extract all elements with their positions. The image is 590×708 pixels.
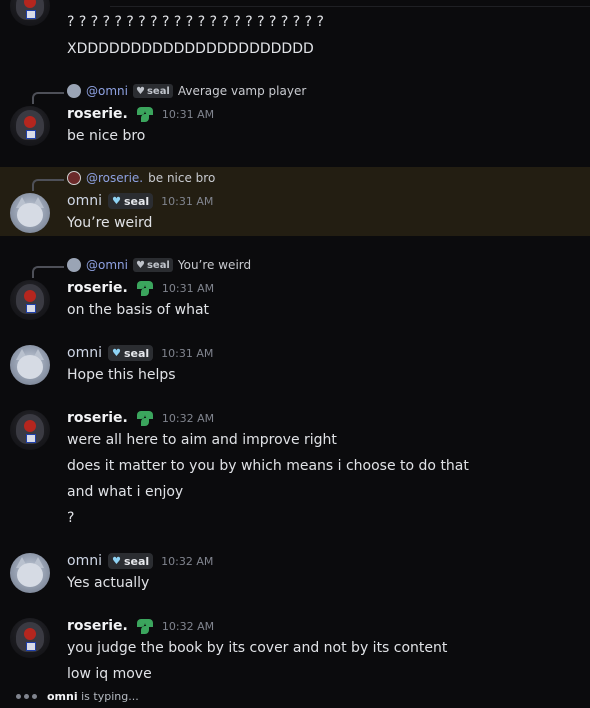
timestamp: 10:32 AM	[161, 411, 215, 425]
leaf-icon	[136, 106, 154, 122]
reply-preview[interactable]: @omni ♥ seal Average vamp player	[67, 82, 306, 100]
reply-preview[interactable]: @omni ♥ seal You’re weird	[67, 256, 251, 274]
reply-mention: @roserie.	[86, 171, 144, 185]
message-line: ? ? ? ? ? ? ? ? ? ? ? ? ? ? ? ? ? ? ? ? …	[67, 14, 324, 30]
divider	[110, 6, 590, 7]
message-line: low iq move	[67, 666, 152, 682]
message-line: does it matter to you by which means i c…	[67, 458, 469, 474]
username[interactable]: roserie.	[67, 280, 128, 296]
message-header: omni ♥ seal 10:31 AM	[67, 191, 213, 211]
message-header: roserie. 10:32 AM	[67, 408, 214, 428]
username[interactable]: roserie.	[67, 410, 128, 426]
chat-log: ? ? ? ? ? ? ? ? ? ? ? ? ? ? ? ? ? ? ? ? …	[0, 0, 590, 708]
leaf-icon	[136, 410, 154, 426]
typing-suffix: is typing...	[81, 690, 139, 703]
seal-tag: ♥ seal	[107, 553, 154, 569]
timestamp: 10:31 AM	[161, 107, 215, 121]
username[interactable]: omni	[67, 193, 102, 209]
message-header: roserie. 10:31 AM	[67, 104, 214, 124]
reply-preview[interactable]: @roserie. be nice bro	[67, 169, 215, 187]
typing-indicator: omni is typing...	[16, 690, 139, 703]
username[interactable]: omni	[67, 553, 102, 569]
avatar-omni[interactable]	[10, 553, 50, 593]
reply-spine	[32, 92, 64, 104]
avatar-roserie[interactable]	[10, 618, 50, 658]
message-line: Hope this helps	[67, 367, 176, 383]
message-line: be nice bro	[67, 128, 146, 144]
avatar-omni[interactable]	[10, 345, 50, 385]
username[interactable]: omni	[67, 345, 102, 361]
message-header: omni ♥ seal 10:31 AM	[67, 343, 213, 363]
heart-icon: ♥	[111, 195, 121, 207]
avatar-mini-omni	[67, 258, 81, 272]
heart-icon: ♥	[111, 347, 121, 359]
reply-text: be nice bro	[148, 171, 216, 185]
message-line: XDDDDDDDDDDDDDDDDDDDDDD	[67, 41, 314, 57]
heart-icon: ♥	[135, 259, 145, 271]
reply-mention: @omni	[86, 84, 128, 98]
message-line: ?	[67, 510, 75, 526]
reply-text: Average vamp player	[177, 84, 307, 98]
seal-tag: ♥ seal	[132, 84, 173, 98]
avatar-roserie[interactable]	[10, 106, 50, 146]
heart-icon: ♥	[111, 555, 121, 567]
typing-text: omni is typing...	[47, 690, 139, 703]
message-line: on the basis of what	[67, 302, 210, 318]
timestamp: 10:32 AM	[161, 554, 214, 568]
seal-tag: ♥ seal	[107, 193, 154, 209]
leaf-icon	[136, 618, 154, 634]
message-line: you judge the book by its cover and not …	[67, 640, 448, 656]
message-line: and what i enjoy	[67, 484, 184, 500]
message-header: roserie. 10:32 AM	[67, 616, 214, 636]
timestamp: 10:32 AM	[161, 619, 215, 633]
username[interactable]: roserie.	[67, 106, 128, 122]
leaf-icon	[136, 280, 154, 296]
timestamp: 10:31 AM	[161, 346, 214, 360]
reply-spine	[32, 179, 64, 191]
reply-spine	[32, 266, 64, 278]
reply-text: You’re weird	[177, 258, 252, 272]
timestamp: 10:31 AM	[161, 194, 214, 208]
typing-dots-icon	[16, 694, 37, 699]
heart-icon: ♥	[135, 85, 145, 97]
avatar-roserie[interactable]	[10, 280, 50, 320]
avatar-mini-omni	[67, 84, 81, 98]
message-line: were all here to aim and improve right	[67, 432, 337, 448]
avatar-omni[interactable]	[10, 193, 50, 233]
message-header: omni ♥ seal 10:32 AM	[67, 551, 213, 571]
reply-mention: @omni	[86, 258, 128, 272]
seal-tag: ♥ seal	[107, 345, 154, 361]
message-line: Yes actually	[67, 575, 150, 591]
seal-tag: ♥ seal	[132, 258, 173, 272]
username[interactable]: roserie.	[67, 618, 128, 634]
typing-user: omni	[47, 690, 78, 703]
message-line: You’re weird	[67, 215, 153, 231]
avatar-mini-roserie	[67, 171, 81, 185]
avatar-roserie[interactable]	[10, 0, 50, 26]
timestamp: 10:31 AM	[161, 281, 215, 295]
avatar-roserie[interactable]	[10, 410, 50, 450]
message-header: roserie. 10:31 AM	[67, 278, 214, 298]
